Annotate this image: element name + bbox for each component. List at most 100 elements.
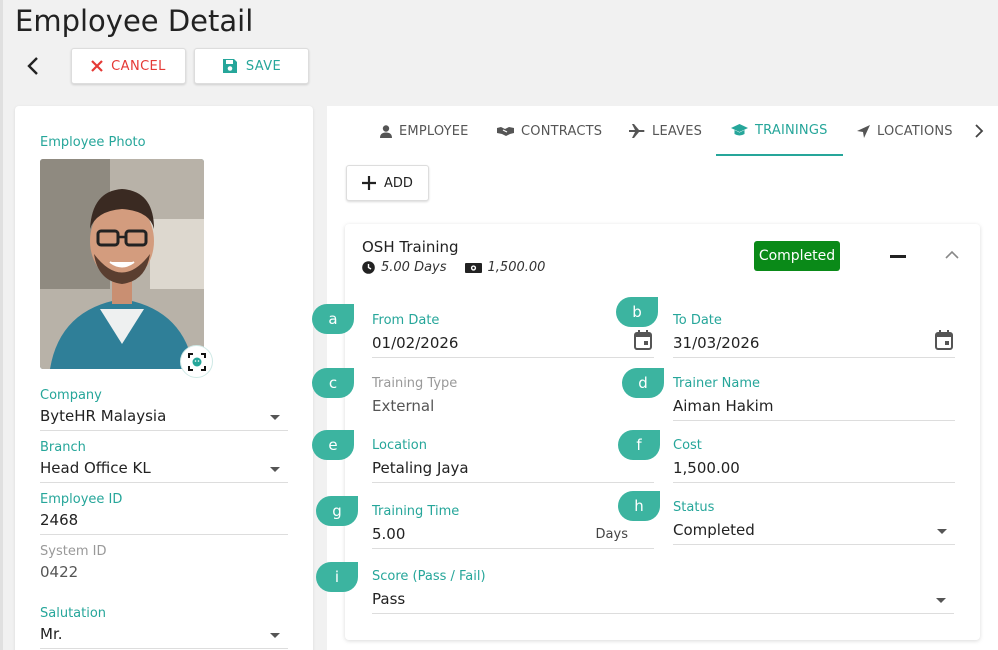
chevron-down-icon bbox=[270, 633, 280, 638]
handshake-icon bbox=[497, 127, 514, 136]
training-card: OSH Training 5.00 Days 1,500.00 Complete… bbox=[345, 224, 980, 640]
annotation-marker-f: f bbox=[618, 430, 660, 460]
chevron-down-icon bbox=[937, 529, 947, 534]
annotation-marker-g: g bbox=[316, 496, 358, 526]
chevron-right-icon[interactable] bbox=[974, 124, 984, 138]
face-scan-icon[interactable] bbox=[180, 345, 213, 378]
chevron-down-icon bbox=[936, 598, 946, 603]
annotation-marker-e: e bbox=[312, 430, 354, 460]
tab-trainings-label: TRAININGS bbox=[755, 122, 828, 138]
salutation-field[interactable]: Salutation Mr. bbox=[40, 606, 288, 649]
company-value: ByteHR Malaysia bbox=[40, 407, 167, 425]
status-select[interactable]: Completed bbox=[673, 521, 955, 545]
employee-id-field[interactable]: Employee ID 2468 bbox=[40, 492, 288, 535]
system-id-label: System ID bbox=[40, 544, 107, 559]
branch-select[interactable]: Head Office KL bbox=[40, 459, 288, 483]
training-name: OSH Training bbox=[362, 238, 459, 256]
score-field[interactable]: Score (Pass / Fail) Pass bbox=[372, 569, 954, 614]
employee-info-card: Employee Photo Company ByteHR Malaysia B… bbox=[15, 106, 313, 650]
graduation-cap-icon bbox=[731, 123, 748, 135]
page-title: Employee Detail bbox=[15, 4, 254, 38]
branch-label: Branch bbox=[40, 440, 86, 455]
annotation-marker-h: h bbox=[618, 491, 660, 521]
status-badge: Completed bbox=[754, 241, 840, 271]
status-field[interactable]: Status Completed bbox=[673, 500, 955, 545]
location-label: Location bbox=[372, 438, 427, 453]
training-time-label: Training Time bbox=[372, 504, 460, 519]
trainer-name-label: Trainer Name bbox=[673, 376, 761, 391]
tab-contracts[interactable]: CONTRACTS bbox=[497, 106, 602, 156]
cost-field[interactable]: Cost 1,500.00 bbox=[673, 438, 955, 483]
salutation-label: Salutation bbox=[40, 606, 107, 621]
annotation-marker-c: c bbox=[312, 368, 354, 398]
score-value: Pass bbox=[372, 590, 406, 608]
cost-input[interactable]: 1,500.00 bbox=[673, 459, 955, 483]
annotation-marker-a: a bbox=[312, 304, 354, 334]
branch-field[interactable]: Branch Head Office KL bbox=[40, 440, 288, 483]
plane-icon bbox=[629, 124, 645, 138]
calendar-icon[interactable] bbox=[634, 330, 652, 350]
tab-trainings[interactable]: TRAININGS bbox=[716, 106, 843, 156]
add-label: ADD bbox=[384, 175, 413, 191]
training-time-field[interactable]: Training Time 5.00 Days bbox=[372, 504, 654, 549]
tab-locations[interactable]: LOCATIONS bbox=[857, 106, 953, 156]
training-meta: 5.00 Days 1,500.00 bbox=[362, 260, 545, 275]
to-date-value: 31/03/2026 bbox=[673, 334, 760, 352]
from-date-field[interactable]: From Date 01/02/2026 bbox=[372, 313, 654, 358]
tab-leaves-label: LEAVES bbox=[652, 123, 703, 139]
from-date-value: 01/02/2026 bbox=[372, 334, 459, 352]
tab-bar: EMPLOYEE CONTRACTS LEAVES TRAININGS LOCA… bbox=[327, 106, 998, 156]
trainer-name-field[interactable]: Trainer Name Aiman Hakim bbox=[673, 376, 955, 421]
company-field[interactable]: Company ByteHR Malaysia bbox=[40, 388, 288, 431]
company-label: Company bbox=[40, 388, 102, 403]
employee-photo[interactable] bbox=[40, 159, 204, 369]
from-date-label: From Date bbox=[372, 313, 440, 328]
chevron-up-icon[interactable] bbox=[945, 250, 959, 260]
plus-icon bbox=[362, 176, 377, 190]
training-type-field: Training Type External bbox=[372, 376, 654, 421]
floppy-disk-icon bbox=[222, 59, 237, 73]
company-select[interactable]: ByteHR Malaysia bbox=[40, 407, 288, 431]
from-date-input[interactable]: 01/02/2026 bbox=[372, 330, 654, 358]
training-time-input[interactable]: 5.00 Days bbox=[372, 525, 654, 549]
training-type-label: Training Type bbox=[372, 376, 458, 391]
annotation-marker-b: b bbox=[616, 297, 658, 327]
to-date-label: To Date bbox=[673, 313, 722, 328]
score-label: Score (Pass / Fail) bbox=[372, 569, 486, 584]
annotation-marker-d: d bbox=[622, 368, 664, 398]
employee-id-input[interactable]: 2468 bbox=[40, 511, 288, 535]
location-field[interactable]: Location Petaling Jaya bbox=[372, 438, 654, 483]
photo-label: Employee Photo bbox=[40, 135, 146, 150]
chevron-down-icon bbox=[270, 467, 280, 472]
score-select[interactable]: Pass bbox=[372, 590, 954, 614]
training-time-suffix: Days bbox=[595, 527, 628, 542]
to-date-field[interactable]: To Date 31/03/2026 bbox=[673, 313, 955, 358]
training-type-value: External bbox=[372, 397, 435, 415]
location-arrow-icon bbox=[857, 124, 870, 138]
employee-id-label: Employee ID bbox=[40, 492, 123, 507]
to-date-input[interactable]: 31/03/2026 bbox=[673, 330, 955, 358]
trainer-name-input[interactable]: Aiman Hakim bbox=[673, 397, 955, 421]
tab-leaves[interactable]: LEAVES bbox=[629, 106, 702, 156]
remove-icon[interactable] bbox=[890, 255, 906, 258]
tab-employee[interactable]: EMPLOYEE bbox=[380, 106, 469, 156]
annotation-marker-i: i bbox=[316, 562, 358, 592]
status-value: Completed bbox=[673, 521, 755, 539]
system-id-value: 0422 bbox=[40, 563, 79, 581]
salutation-select[interactable]: Mr. bbox=[40, 625, 288, 649]
system-id-field: System ID 0422 bbox=[40, 544, 288, 587]
location-input[interactable]: Petaling Jaya bbox=[372, 459, 654, 483]
training-time-value: 5.00 bbox=[372, 525, 406, 543]
branch-value: Head Office KL bbox=[40, 459, 151, 477]
status-label: Status bbox=[673, 500, 715, 515]
cost-label: Cost bbox=[673, 438, 702, 453]
cancel-button[interactable]: CANCEL bbox=[71, 48, 186, 84]
employee-id-value: 2468 bbox=[40, 511, 79, 529]
save-label: SAVE bbox=[245, 58, 282, 74]
save-button[interactable]: SAVE bbox=[194, 48, 309, 84]
cancel-label: CANCEL bbox=[111, 58, 166, 74]
add-training-button[interactable]: ADD bbox=[346, 165, 429, 201]
salutation-value: Mr. bbox=[40, 625, 63, 643]
calendar-icon[interactable] bbox=[935, 330, 953, 350]
back-arrow-icon[interactable] bbox=[24, 55, 42, 77]
